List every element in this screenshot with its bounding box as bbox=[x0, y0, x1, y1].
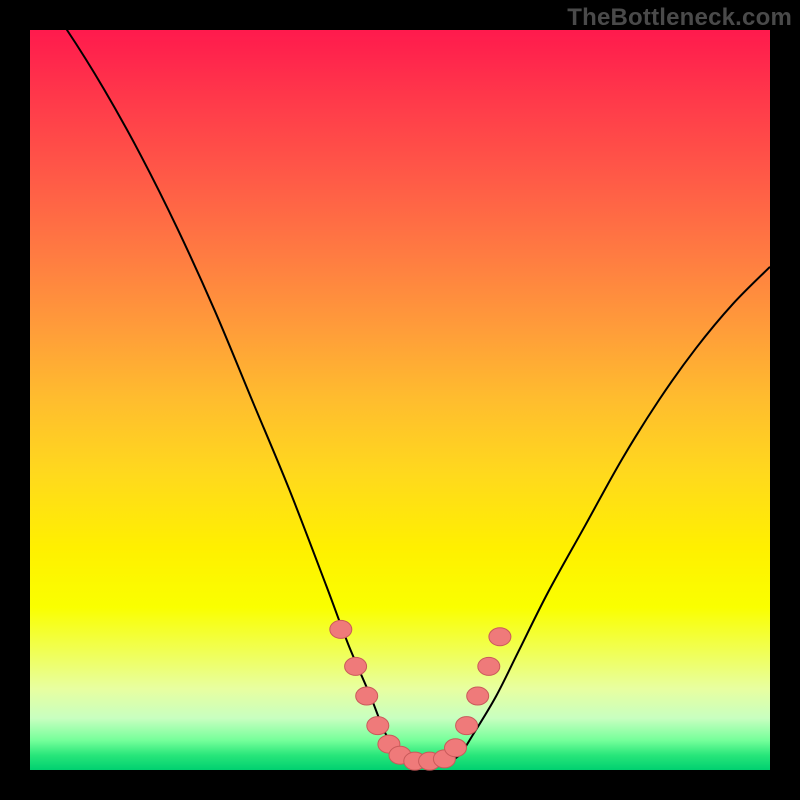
curve-marker bbox=[356, 687, 378, 705]
curve-marker bbox=[478, 657, 500, 675]
curve-marker bbox=[467, 687, 489, 705]
curve-marker bbox=[456, 717, 478, 735]
curve-marker bbox=[367, 717, 389, 735]
bottleneck-curve bbox=[30, 0, 770, 763]
curve-marker bbox=[330, 620, 352, 638]
chart-overlay-svg bbox=[0, 0, 800, 800]
curve-marker bbox=[345, 657, 367, 675]
curve-marker bbox=[489, 628, 511, 646]
outer-frame: TheBottleneck.com bbox=[0, 0, 800, 800]
curve-path bbox=[30, 0, 770, 763]
curve-marker bbox=[445, 739, 467, 757]
curve-markers bbox=[330, 620, 511, 770]
